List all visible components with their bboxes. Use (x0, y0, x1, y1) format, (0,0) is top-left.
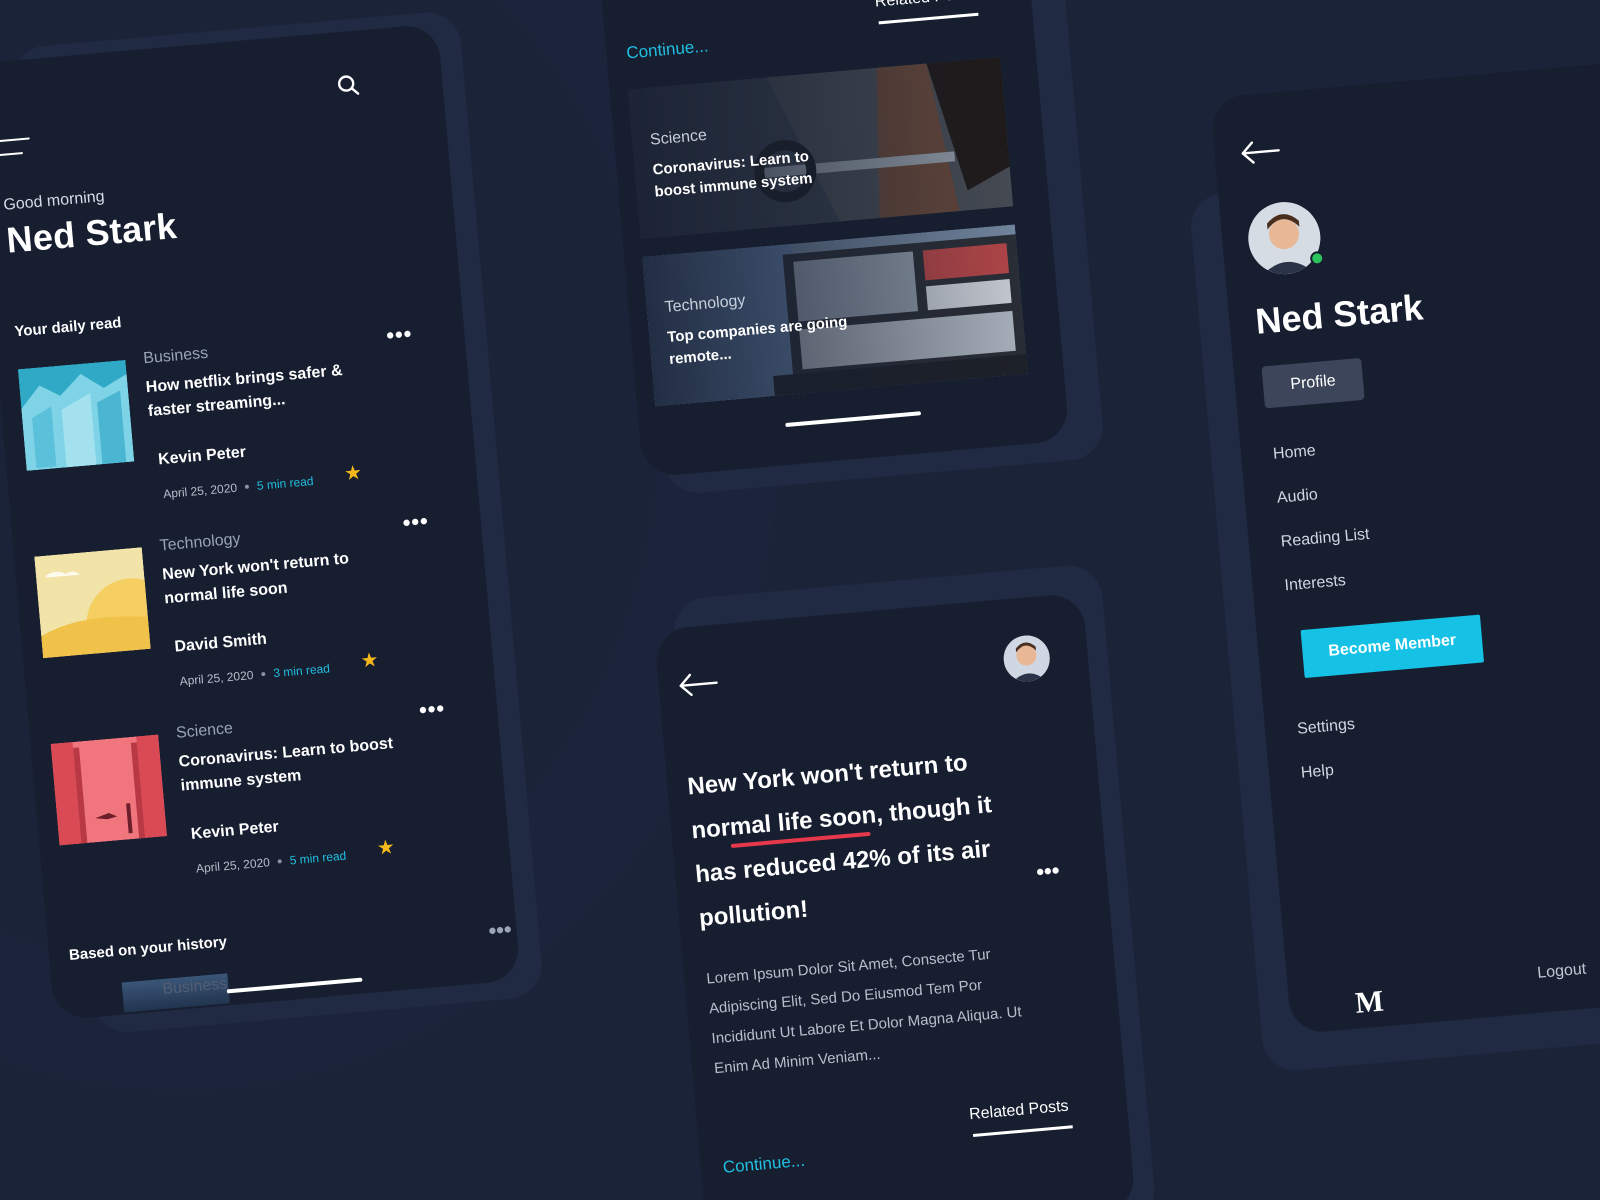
back-arrow-icon[interactable] (1240, 138, 1282, 165)
menu-item-settings[interactable]: Settings (1296, 716, 1355, 739)
article-meta: April 25, 2020 3 min read (179, 661, 330, 688)
article-thumbnail (17, 359, 135, 471)
article-thumbnail (50, 734, 168, 846)
article-author: Kevin Peter (190, 818, 280, 843)
menu-item-audio[interactable]: Audio (1276, 486, 1318, 507)
logout-link[interactable]: Logout (1537, 961, 1587, 983)
article-read-time: 5 min read (256, 473, 315, 493)
article-title[interactable]: How netflix brings safer & faster stream… (145, 357, 368, 424)
daily-read-title: Your daily read (13, 314, 123, 341)
tab-underline (972, 1125, 1073, 1138)
home-indicator (226, 977, 363, 994)
star-icon[interactable]: ★ (359, 647, 380, 673)
article-phone-wrapper: New York won't return to normal life soo… (653, 562, 1158, 1200)
related-phone-wrapper: Continue... Related Posts Science Corona… (598, 0, 1106, 496)
menu-item-interests[interactable]: Interests (1284, 572, 1347, 595)
article-author: David Smith (173, 630, 268, 656)
star-icon[interactable]: ★ (376, 834, 396, 860)
article-headline: New York won't return to normal life soo… (686, 749, 993, 933)
user-name: Ned Stark (1253, 286, 1425, 342)
feed-phone: Good morning Ned Stark Your daily read B… (0, 23, 521, 1021)
back-arrow-icon[interactable] (678, 671, 720, 698)
menu-phone-wrapper: Ned Stark Profile Home Audio Reading Lis… (1188, 61, 1600, 1073)
article-title[interactable]: New York won't return to normal life soo… (161, 544, 384, 611)
related-posts-tab[interactable]: Related Posts (969, 1098, 1070, 1125)
menu-icon[interactable] (0, 137, 31, 158)
more-icon[interactable]: ••• (1035, 858, 1060, 886)
article-item-business[interactable]: Business How netflix brings safer & fast… (17, 321, 440, 531)
related-post-science[interactable]: Science Coronavirus: Learn to boost immu… (627, 56, 1014, 239)
avatar[interactable] (1001, 633, 1052, 684)
article-item-science[interactable]: Science Coronavirus: Learn to boost immu… (50, 695, 473, 905)
article-category: Technology (159, 530, 242, 555)
feed-phone-wrapper: Good morning Ned Stark Your daily read B… (0, 9, 545, 1036)
article-date: April 25, 2020 (179, 667, 255, 689)
more-icon[interactable]: ••• (402, 508, 430, 536)
canvas: Good morning Ned Stark Your daily read B… (0, 0, 1600, 1200)
article-date: April 25, 2020 (195, 855, 271, 876)
menu-item-help[interactable]: Help (1300, 762, 1334, 783)
article-phone: New York won't return to normal life soo… (653, 592, 1137, 1200)
home-indicator (785, 411, 922, 428)
related-posts-tab[interactable]: Related Posts (874, 0, 975, 12)
article-category: Business (142, 344, 209, 368)
article-title[interactable]: Coronavirus: Learn to boost immune syste… (178, 732, 401, 799)
related-post-technology[interactable]: Technology Top companies are going remot… (642, 224, 1028, 407)
history-title: Based on your history (68, 933, 228, 965)
article-meta: April 25, 2020 5 min read (163, 474, 314, 501)
article-thumbnail (34, 547, 151, 659)
menu-item-home[interactable]: Home (1272, 442, 1316, 464)
online-status-indicator (1309, 250, 1325, 266)
article-read-time: 5 min read (289, 848, 347, 868)
continue-link[interactable]: Continue... (722, 1151, 806, 1178)
more-icon[interactable]: ••• (418, 695, 446, 723)
article-body: Lorem Ipsum Dolor Sit Amet, Consecte Tur… (705, 945, 1023, 1078)
article-date: April 25, 2020 (162, 480, 238, 502)
menu-item-reading-list[interactable]: Reading List (1280, 526, 1370, 552)
article-meta: April 25, 2020 5 min read (195, 849, 346, 876)
medium-logo: M (1353, 984, 1385, 1020)
article-read-time: 3 min read (272, 661, 331, 681)
article-category: Science (175, 719, 234, 742)
user-name: Ned Stark (4, 204, 179, 261)
article-author: Kevin Peter (157, 443, 247, 469)
star-icon[interactable]: ★ (343, 460, 363, 486)
greeting-text: Good morning (2, 188, 106, 214)
search-icon[interactable] (335, 72, 361, 98)
continue-link[interactable]: Continue... (626, 36, 710, 63)
become-member-button[interactable]: Become Member (1300, 614, 1485, 679)
more-icon[interactable]: ••• (385, 321, 413, 349)
article-item-technology[interactable]: Technology New York won't return to norm… (34, 508, 457, 718)
avatar[interactable] (1245, 199, 1325, 278)
profile-button[interactable]: Profile (1261, 357, 1365, 409)
related-phone: Continue... Related Posts Science Corona… (598, 0, 1070, 478)
more-icon[interactable]: ••• (487, 916, 512, 944)
tab-underline (878, 12, 979, 25)
